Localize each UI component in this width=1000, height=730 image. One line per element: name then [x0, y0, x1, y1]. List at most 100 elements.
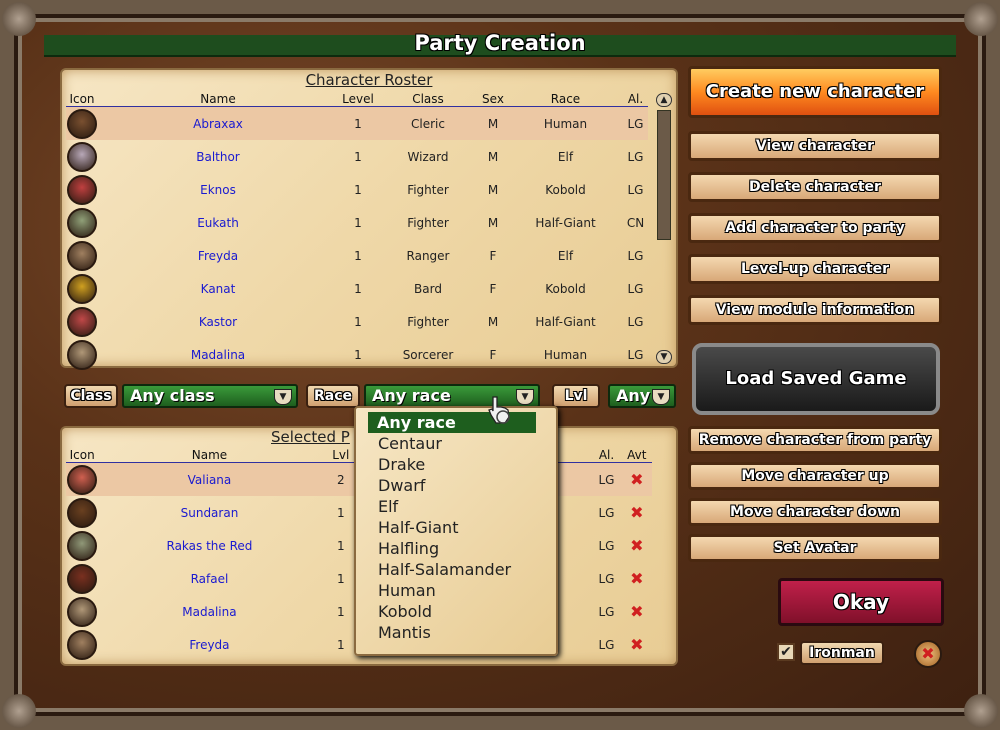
col-race: Race	[508, 92, 623, 107]
remove-icon[interactable]: ✖	[630, 635, 643, 654]
character-race: Half-Giant	[535, 314, 596, 329]
scroll-thumb[interactable]	[657, 110, 671, 240]
character-roster-panel: Character Roster Icon Name Level Class S…	[62, 70, 676, 370]
roster-row[interactable]: Balthor 1 Wizard M Elf LG	[66, 140, 648, 173]
remove-member-cell: ✖	[622, 595, 652, 628]
avatar	[67, 273, 97, 304]
roster-row[interactable]: Eukath 1 Fighter M Half-Giant CN	[66, 206, 648, 239]
race-option[interactable]: Kobold	[356, 601, 556, 622]
portrait-cell	[66, 206, 98, 239]
party-member-alignment: LG	[598, 505, 615, 520]
party-member-alignment: LG	[598, 604, 615, 619]
remove-member-cell: ✖	[622, 496, 652, 529]
roster-row[interactable]: Eknos 1 Fighter M Kobold LG	[66, 173, 648, 206]
remove-icon[interactable]: ✖	[630, 536, 643, 555]
move-up-button[interactable]: Move character up	[688, 462, 942, 490]
add-to-party-button[interactable]: Add character to party	[688, 213, 942, 243]
level-filter-select[interactable]: Any ▼	[608, 384, 676, 408]
character-level: 1	[354, 149, 362, 164]
col-icon: Icon	[66, 448, 99, 463]
character-level: 1	[354, 347, 362, 362]
chevron-down-icon: ▼	[516, 389, 534, 405]
character-sex: M	[487, 182, 499, 197]
create-character-button[interactable]: Create new character	[688, 66, 942, 118]
view-character-button[interactable]: View character	[688, 131, 942, 161]
avatar	[67, 207, 97, 238]
roster-row[interactable]: Madalina 1 Sorcerer F Human LG	[66, 338, 648, 371]
remove-icon[interactable]: ✖	[630, 602, 643, 621]
avatar	[67, 563, 98, 594]
roster-row[interactable]: Abraxax 1 Cleric M Human LG	[66, 106, 648, 140]
remove-icon[interactable]: ✖	[630, 569, 643, 588]
page-title: Party Creation	[414, 31, 586, 55]
character-sex: M	[478, 106, 508, 140]
remove-from-party-button[interactable]: Remove character from party	[688, 426, 942, 454]
move-down-button[interactable]: Move character down	[688, 498, 942, 526]
portrait-cell	[66, 338, 98, 371]
set-avatar-button[interactable]: Set Avatar	[688, 534, 942, 562]
character-level: 1	[354, 248, 362, 263]
delete-character-button[interactable]: Delete character	[688, 172, 942, 202]
remove-icon[interactable]: ✖	[630, 470, 643, 489]
race-dropdown-list: Any race Centaur Drake Dwarf Elf Half-Giant Ha…	[354, 406, 558, 656]
avatar	[67, 141, 97, 172]
party-member-name: Freyda	[189, 637, 230, 652]
race-option[interactable]: Dwarf	[356, 475, 556, 496]
col-sex: Sex	[478, 92, 508, 107]
character-level: 1	[354, 314, 362, 329]
character-class: Bard	[414, 281, 442, 296]
chevron-down-icon: ▼	[652, 389, 670, 405]
col-level: Level	[338, 92, 378, 107]
character-name: Freyda	[197, 248, 239, 263]
character-name: Kastor	[198, 314, 238, 329]
roster-scrollbar[interactable]: ▲ ▼	[656, 93, 672, 367]
roster-row[interactable]: Kanat 1 Bard F Kobold LG	[66, 272, 648, 305]
character-name: Kanat	[200, 281, 236, 296]
race-option[interactable]: Mantis	[356, 622, 556, 643]
ironman-label: Ironman	[800, 641, 884, 665]
race-option[interactable]: Half-Salamander	[356, 559, 556, 580]
party-member-name: Madalina	[182, 604, 237, 619]
class-filter-select[interactable]: Any class ▼	[122, 384, 298, 408]
scroll-up-icon[interactable]: ▲	[656, 93, 672, 107]
okay-button[interactable]: Okay	[778, 578, 944, 626]
level-up-button[interactable]: Level-up character	[688, 254, 942, 284]
race-option[interactable]: Drake	[356, 454, 556, 475]
race-filter-select[interactable]: Any race ▼	[364, 384, 540, 408]
character-race: Human	[543, 347, 588, 362]
load-saved-game-button[interactable]: Load Saved Game	[692, 343, 940, 415]
race-filter-value: Any race	[372, 386, 451, 405]
col-avatar: Avt	[621, 448, 652, 463]
col-name: Name	[98, 92, 338, 107]
class-filter-value: Any class	[130, 386, 215, 405]
character-class: Fighter	[407, 314, 449, 329]
col-alignment: Al.	[591, 448, 622, 463]
party-member-name: Sundaran	[180, 505, 239, 520]
party-member-name: Valiana	[98, 462, 321, 496]
race-option[interactable]: Centaur	[356, 433, 556, 454]
avatar	[67, 596, 98, 627]
view-module-info-button[interactable]: View module information	[688, 295, 942, 325]
remove-icon[interactable]: ✖	[630, 503, 643, 522]
race-filter-label: Race	[306, 384, 360, 408]
roster-row[interactable]: Freyda 1 Ranger F Elf LG	[66, 239, 648, 272]
character-name: Balthor	[196, 149, 240, 164]
ironman-checkbox[interactable]: ✔	[777, 643, 795, 661]
race-option[interactable]: Human	[356, 580, 556, 601]
corner-ornament	[2, 694, 36, 728]
character-alignment: LG	[623, 106, 648, 140]
portrait-cell	[66, 140, 98, 173]
race-option[interactable]: Elf	[356, 496, 556, 517]
race-option[interactable]: Halfling	[356, 538, 556, 559]
race-option[interactable]: Half-Giant	[356, 517, 556, 538]
close-icon[interactable]: ✖	[914, 640, 942, 668]
character-sex: F	[489, 248, 497, 263]
character-race: Elf	[557, 149, 574, 164]
avatar	[67, 306, 97, 337]
avatar	[67, 629, 98, 660]
character-class: Cleric	[378, 106, 478, 140]
character-class: Fighter	[407, 215, 449, 230]
character-race: Elf	[557, 248, 574, 263]
scroll-down-icon[interactable]: ▼	[656, 350, 672, 364]
roster-row[interactable]: Kastor 1 Fighter M Half-Giant LG	[66, 305, 648, 338]
